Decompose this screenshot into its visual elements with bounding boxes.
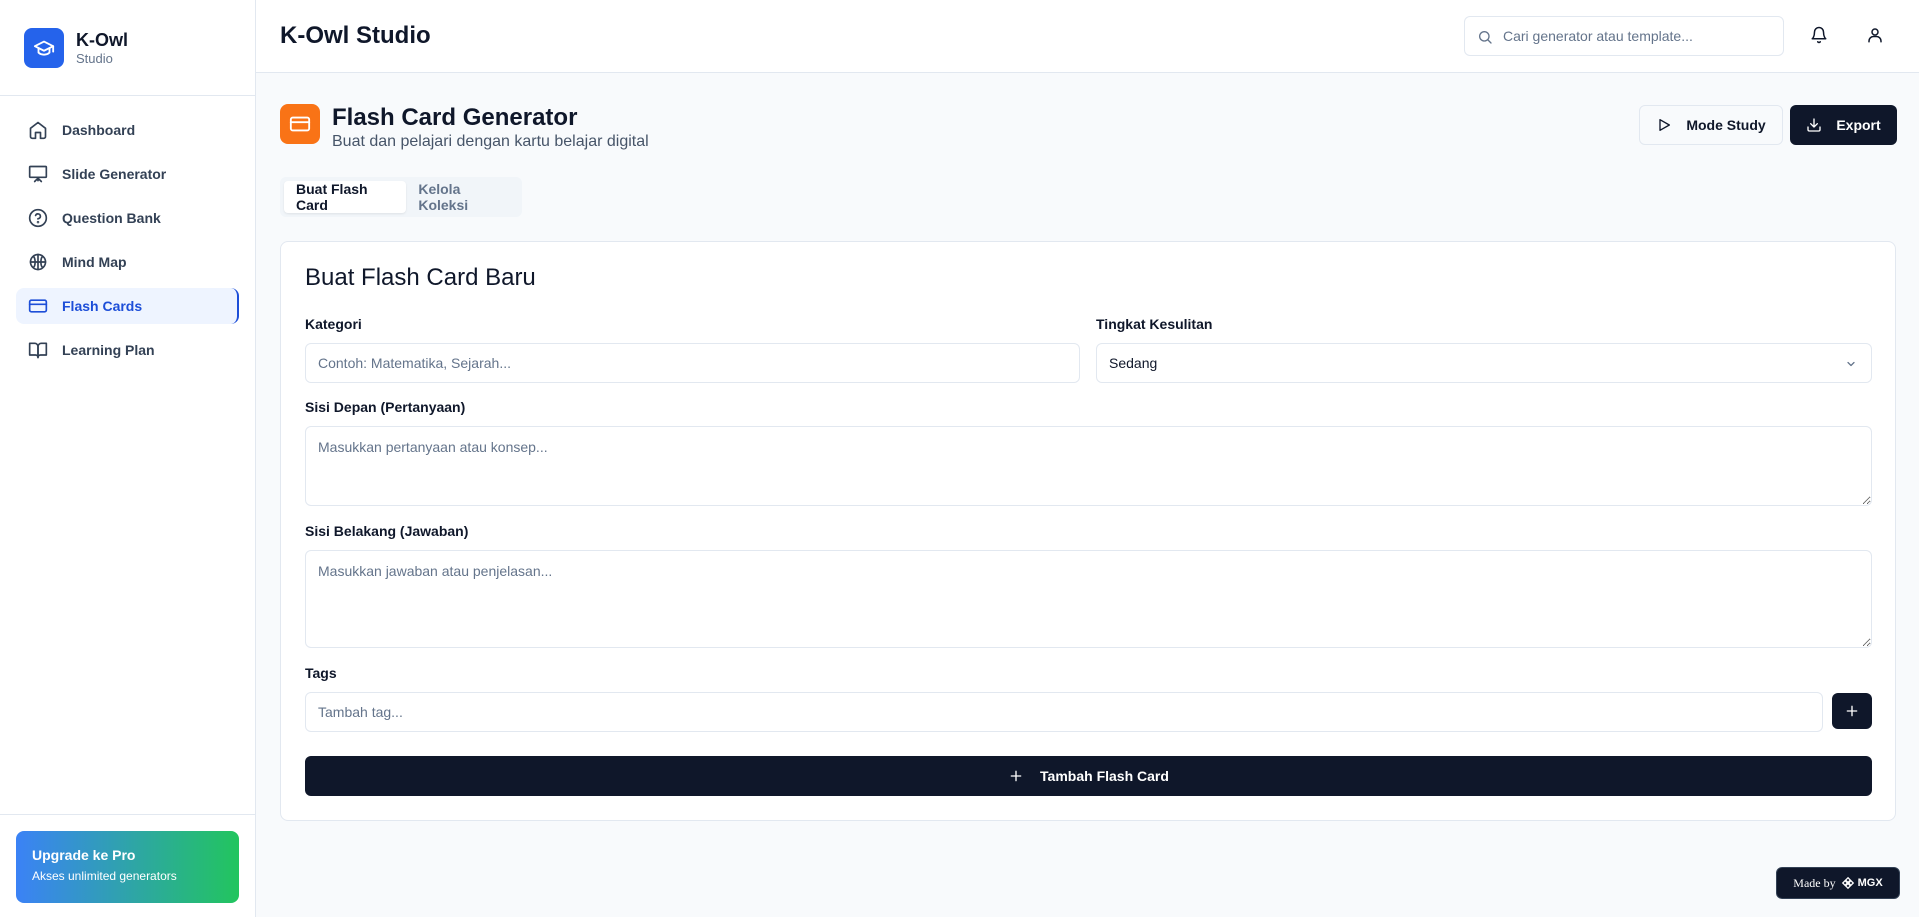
front-label: Sisi Depan (Pertanyaan) (305, 399, 466, 415)
tab-buat-flash-card[interactable]: Buat Flash Card (284, 181, 407, 213)
sidebar-item-label: Mind Map (62, 254, 127, 270)
add-flash-card-label: Tambah Flash Card (1040, 768, 1169, 784)
brand: K-Owl Studio (0, 0, 255, 96)
mode-study-button[interactable]: Mode Study (1639, 105, 1783, 145)
tags-input[interactable] (305, 692, 1823, 732)
upgrade-sub: Akses unlimited generators (32, 869, 177, 883)
kategori-label: Kategori (305, 316, 362, 332)
difficulty-value: Sedang (1109, 355, 1158, 371)
back-textarea[interactable] (305, 550, 1872, 648)
mode-study-label: Mode Study (1686, 117, 1766, 133)
plus-icon (1846, 705, 1858, 717)
graduation-cap-icon (24, 27, 64, 68)
tags-label: Tags (305, 665, 337, 681)
difficulty-select[interactable]: Sedang (1096, 343, 1872, 383)
back-label: Sisi Belakang (Jawaban) (305, 523, 469, 539)
sidebar-item-label: Flash Cards (62, 298, 143, 314)
search-icon (1479, 31, 1492, 44)
credit-card-icon (28, 299, 48, 313)
user-icon[interactable] (1866, 26, 1886, 46)
search-input[interactable] (1503, 17, 1773, 55)
front-textarea[interactable] (305, 426, 1872, 506)
create-flash-card-form: Buat Flash Card Baru Kategori Tingkat Ke… (280, 241, 1896, 821)
page-title: Flash Card Generator (332, 104, 578, 131)
search-box (1464, 16, 1784, 56)
home-icon (29, 121, 47, 140)
credit-card-icon (280, 104, 320, 144)
sidebar-item-slide-generator[interactable]: Slide Generator (16, 156, 239, 192)
book-open-icon (28, 342, 48, 359)
sidebar-item-mind-map[interactable]: Mind Map (16, 244, 239, 280)
export-label: Export (1836, 117, 1881, 133)
brand-name: K-Owl (76, 29, 128, 50)
app-title: K-Owl Studio (280, 22, 431, 49)
brain-icon (29, 253, 47, 271)
kategori-input[interactable] (305, 343, 1080, 383)
page-subtitle: Buat dan pelajari dengan kartu belajar d… (332, 133, 649, 150)
sidebar: K-Owl Studio Dashboard Slide Generator Q… (0, 0, 256, 917)
sidebar-item-label: Question Bank (62, 210, 161, 226)
bell-icon[interactable] (1810, 26, 1830, 46)
sidebar-item-learning-plan[interactable]: Learning Plan (16, 332, 239, 368)
upgrade-section: Upgrade ke Pro Akses unlimited generator… (0, 814, 256, 917)
download-icon (1807, 118, 1821, 132)
presentation-icon (28, 165, 48, 183)
plus-icon (1010, 770, 1022, 782)
difficulty-label: Tingkat Kesulitan (1096, 316, 1213, 332)
chevron-down-icon (1847, 361, 1855, 367)
top-header: K-Owl Studio (256, 0, 1919, 73)
form-title: Buat Flash Card Baru (305, 264, 536, 291)
made-by-text: Made by (1793, 875, 1836, 890)
upgrade-pro-card[interactable]: Upgrade ke Pro Akses unlimited generator… (16, 831, 239, 903)
play-icon (1659, 119, 1671, 131)
mgx-brand: MGX (1857, 877, 1883, 889)
sidebar-item-label: Learning Plan (62, 342, 155, 358)
help-circle-icon (28, 208, 48, 228)
export-button[interactable]: Export (1790, 105, 1897, 145)
sidebar-item-label: Dashboard (62, 122, 136, 138)
tab-kelola-koleksi[interactable]: Kelola Koleksi (406, 181, 518, 213)
sidebar-nav: Dashboard Slide Generator Question Bank … (0, 96, 255, 392)
made-by-badge[interactable]: Made by MGX (1776, 867, 1900, 899)
brand-sub: Studio (76, 50, 113, 66)
upgrade-title: Upgrade ke Pro (32, 847, 136, 863)
tab-list: Buat Flash Card Kelola Koleksi (280, 177, 522, 217)
add-flash-card-button[interactable]: Tambah Flash Card (305, 756, 1872, 796)
sidebar-item-flash-cards[interactable]: Flash Cards (16, 288, 239, 324)
sidebar-item-question-bank[interactable]: Question Bank (16, 200, 239, 236)
sidebar-item-label: Slide Generator (62, 166, 167, 182)
add-tag-button[interactable] (1832, 693, 1872, 729)
mgx-logo-icon (1841, 876, 1854, 890)
sidebar-item-dashboard[interactable]: Dashboard (16, 112, 239, 148)
